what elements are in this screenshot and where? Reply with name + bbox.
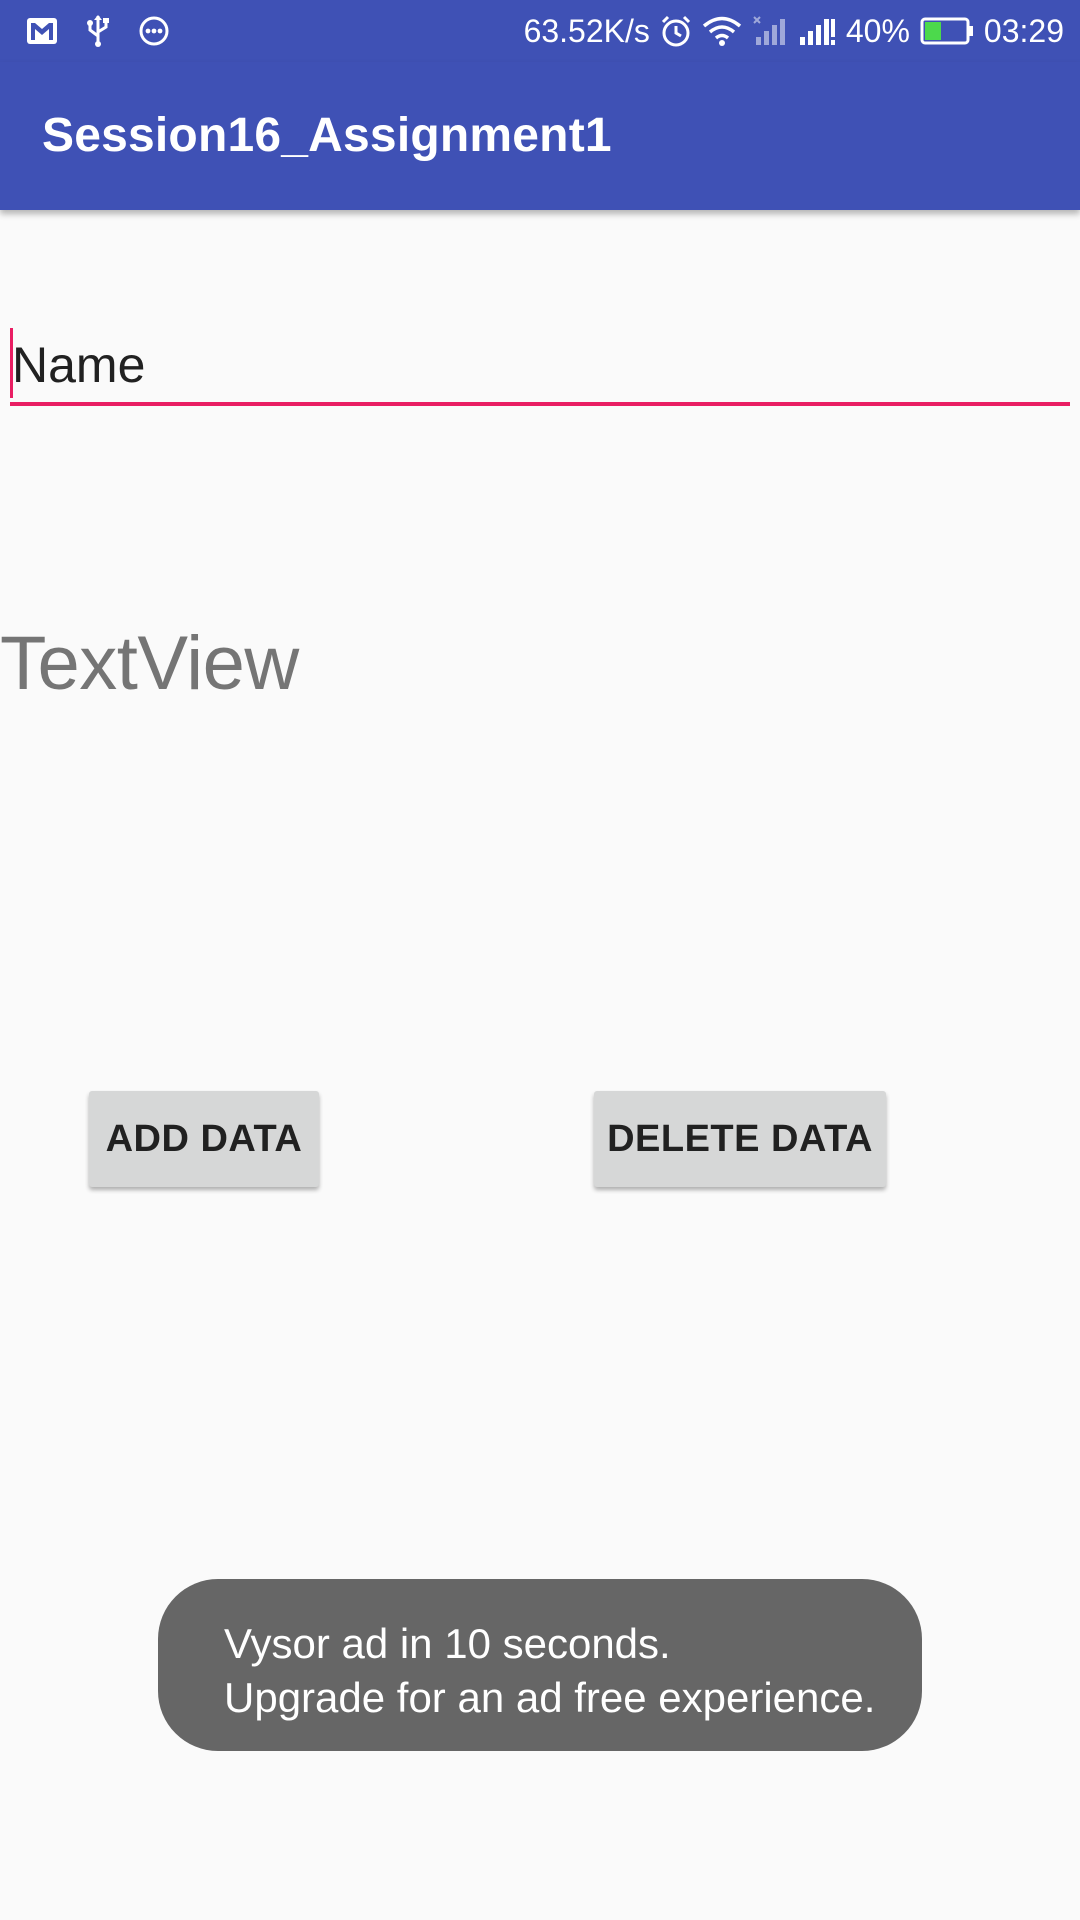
text-view: TextView [0,621,299,706]
alarm-icon [660,15,692,47]
toast-line-2: Upgrade for an ad free experience. [224,1674,876,1721]
battery-icon [920,16,974,46]
battery-percent: 40% [845,13,910,49]
app-title: Session16_Assignment1 [42,109,612,162]
signal-icon [798,15,836,47]
add-data-button[interactable]: ADD DATA [89,1091,319,1187]
status-left-icons [26,14,170,48]
clock: 03:29 [983,13,1064,49]
toast-line-1: Vysor ad in 10 seconds. [224,1620,671,1667]
app-bar: Session16_Assignment1 [0,62,1080,210]
name-input[interactable]: Name [10,326,1070,406]
status-right-icons: 63.52K/s 40% 03:29 [524,10,1064,52]
vysor-ad-toast: Vysor ad in 10 seconds. Upgrade for an a… [158,1579,922,1751]
usb-icon [86,14,110,48]
delete-data-button[interactable]: DELETE DATA [594,1091,886,1187]
network-speed: 63.52K/s [523,13,650,49]
name-input-value: Name [12,337,146,393]
wifi-icon [702,15,742,47]
signal-no-sim-icon [752,15,788,47]
more-dots-icon [138,15,170,47]
gmail-icon [26,16,58,46]
status-bar: 63.52K/s 40% 03:29 [0,0,1080,62]
